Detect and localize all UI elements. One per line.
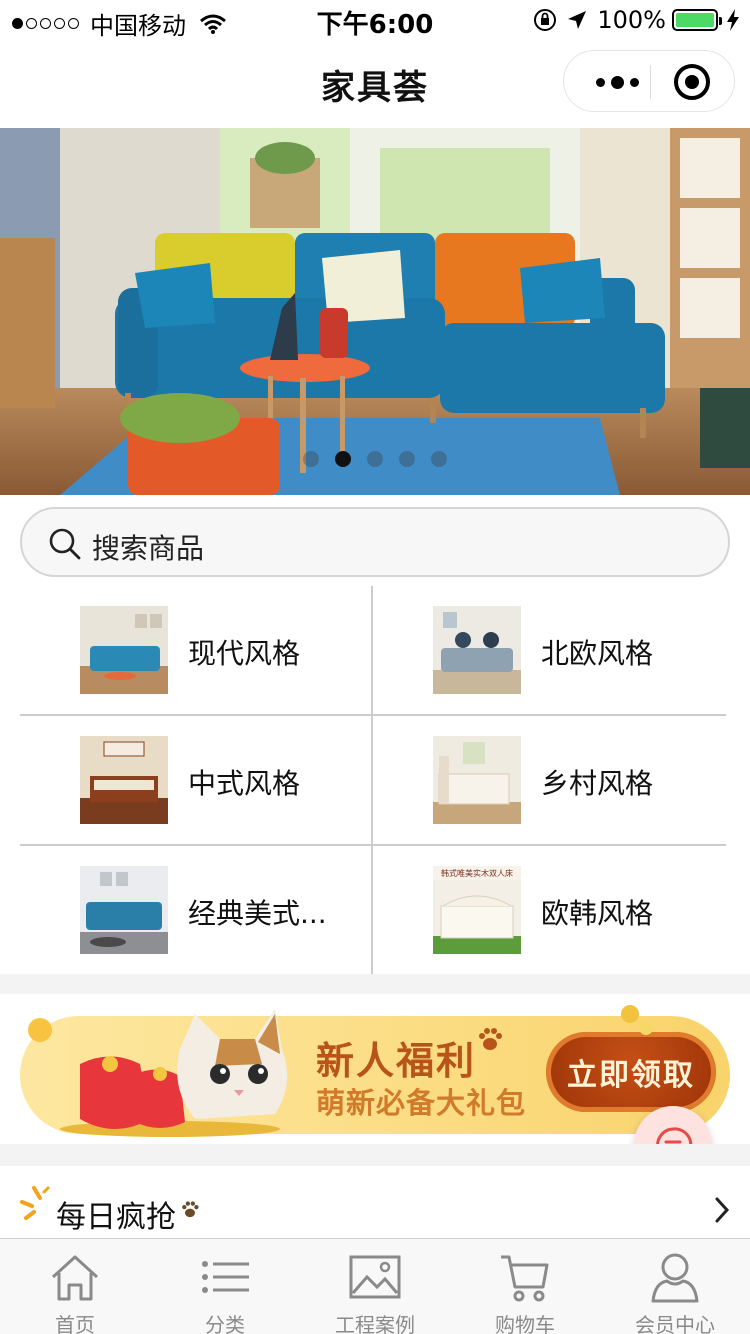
category-modern[interactable]: 现代风格 — [20, 586, 373, 715]
tab-label: 首页 — [55, 1313, 95, 1334]
category-grid: 现代风格 北欧风格 中式风格 乡村风格 经典美式... 韩式唯美实木双人床 欧韩… — [20, 586, 726, 974]
home-icon — [51, 1255, 99, 1301]
tab-bar: 首页 分类 工程案例 购物车 会员中心 — [0, 1238, 750, 1334]
category-thumbnail — [433, 736, 521, 824]
daily-deals-title: 每日疯抢 — [56, 1200, 176, 1235]
tab-label: 购物车 — [495, 1313, 555, 1334]
daily-deals-header[interactable]: 每日疯抢 — [0, 1166, 750, 1238]
carousel-dot-active[interactable] — [335, 451, 351, 467]
burst-icon — [20, 1186, 50, 1220]
carousel-dot[interactable] — [399, 451, 415, 467]
tab-label: 工程案例 — [335, 1313, 415, 1334]
tab-home[interactable]: 首页 — [0, 1239, 150, 1334]
image-icon — [349, 1255, 401, 1299]
category-euro-korean[interactable]: 韩式唯美实木双人床 欧韩风格 — [373, 846, 726, 975]
category-label: 乡村风格 — [541, 767, 654, 800]
status-right: 100% — [533, 6, 740, 34]
location-arrow-icon — [568, 11, 587, 29]
new-user-promo[interactable]: 新人福利 萌新必备大礼包 立即领取 — [0, 994, 750, 1144]
category-chinese[interactable]: 中式风格 — [20, 716, 373, 845]
category-country[interactable]: 乡村风格 — [373, 716, 726, 845]
category-thumbnail — [433, 606, 521, 694]
category-thumbnail: 韩式唯美实木双人床 — [433, 866, 521, 954]
banner-image — [0, 128, 750, 495]
more-options-icon[interactable] — [588, 51, 646, 113]
paw-icon — [479, 1028, 502, 1050]
paw-icon — [182, 1201, 199, 1218]
search-input[interactable]: 搜索商品 — [20, 507, 730, 577]
tab-category[interactable]: 分类 — [150, 1239, 300, 1334]
promo-title: 新人福利 — [316, 1039, 477, 1083]
charging-bolt-icon — [727, 9, 739, 31]
category-label: 欧韩风格 — [541, 897, 654, 930]
category-label: 经典美式... — [188, 897, 327, 930]
hero-banner[interactable] — [0, 128, 750, 495]
tab-cases[interactable]: 工程案例 — [300, 1239, 450, 1334]
close-program-icon[interactable] — [674, 64, 710, 100]
category-thumbnail — [80, 736, 168, 824]
section-gap — [0, 1144, 750, 1166]
category-american[interactable]: 经典美式... — [20, 846, 373, 975]
gift-bag-icon — [28, 1009, 288, 1137]
user-icon — [651, 1253, 699, 1303]
coin-icon — [621, 1005, 653, 1035]
category-nordic[interactable]: 北欧风格 — [373, 586, 726, 715]
tab-cart[interactable]: 购物车 — [450, 1239, 600, 1334]
category-label: 中式风格 — [188, 767, 301, 800]
carousel-dots — [0, 451, 750, 467]
cart-icon — [501, 1255, 549, 1302]
tab-member[interactable]: 会员中心 — [600, 1239, 750, 1334]
thumbnail-overlay-text: 韩式唯美实木双人床 — [441, 868, 513, 878]
carousel-dot[interactable] — [367, 451, 383, 467]
chevron-right-icon[interactable] — [714, 1196, 730, 1224]
category-label: 现代风格 — [188, 637, 301, 670]
claim-button[interactable]: 立即领取 — [546, 1032, 716, 1112]
capsule-divider — [650, 65, 651, 99]
search-placeholder: 搜索商品 — [92, 532, 205, 565]
battery-icon — [672, 9, 722, 31]
category-thumbnail — [80, 866, 168, 954]
carousel-dot[interactable] — [303, 451, 319, 467]
tab-label: 会员中心 — [635, 1313, 715, 1334]
rotation-lock-icon — [534, 9, 557, 31]
status-bar: 中国移动 下午6:00 100% — [0, 0, 750, 40]
battery-percent: 100% — [597, 6, 666, 34]
section-gap — [0, 974, 750, 994]
search-icon — [49, 528, 81, 560]
promo-subtitle: 萌新必备大礼包 — [316, 1086, 527, 1120]
list-icon — [202, 1261, 249, 1293]
category-thumbnail — [80, 606, 168, 694]
nav-bar: 家具荟 — [0, 40, 750, 128]
carousel-dot[interactable] — [431, 451, 447, 467]
category-label: 北欧风格 — [541, 637, 654, 670]
tab-label: 分类 — [205, 1313, 245, 1334]
mini-program-capsule — [563, 50, 735, 112]
